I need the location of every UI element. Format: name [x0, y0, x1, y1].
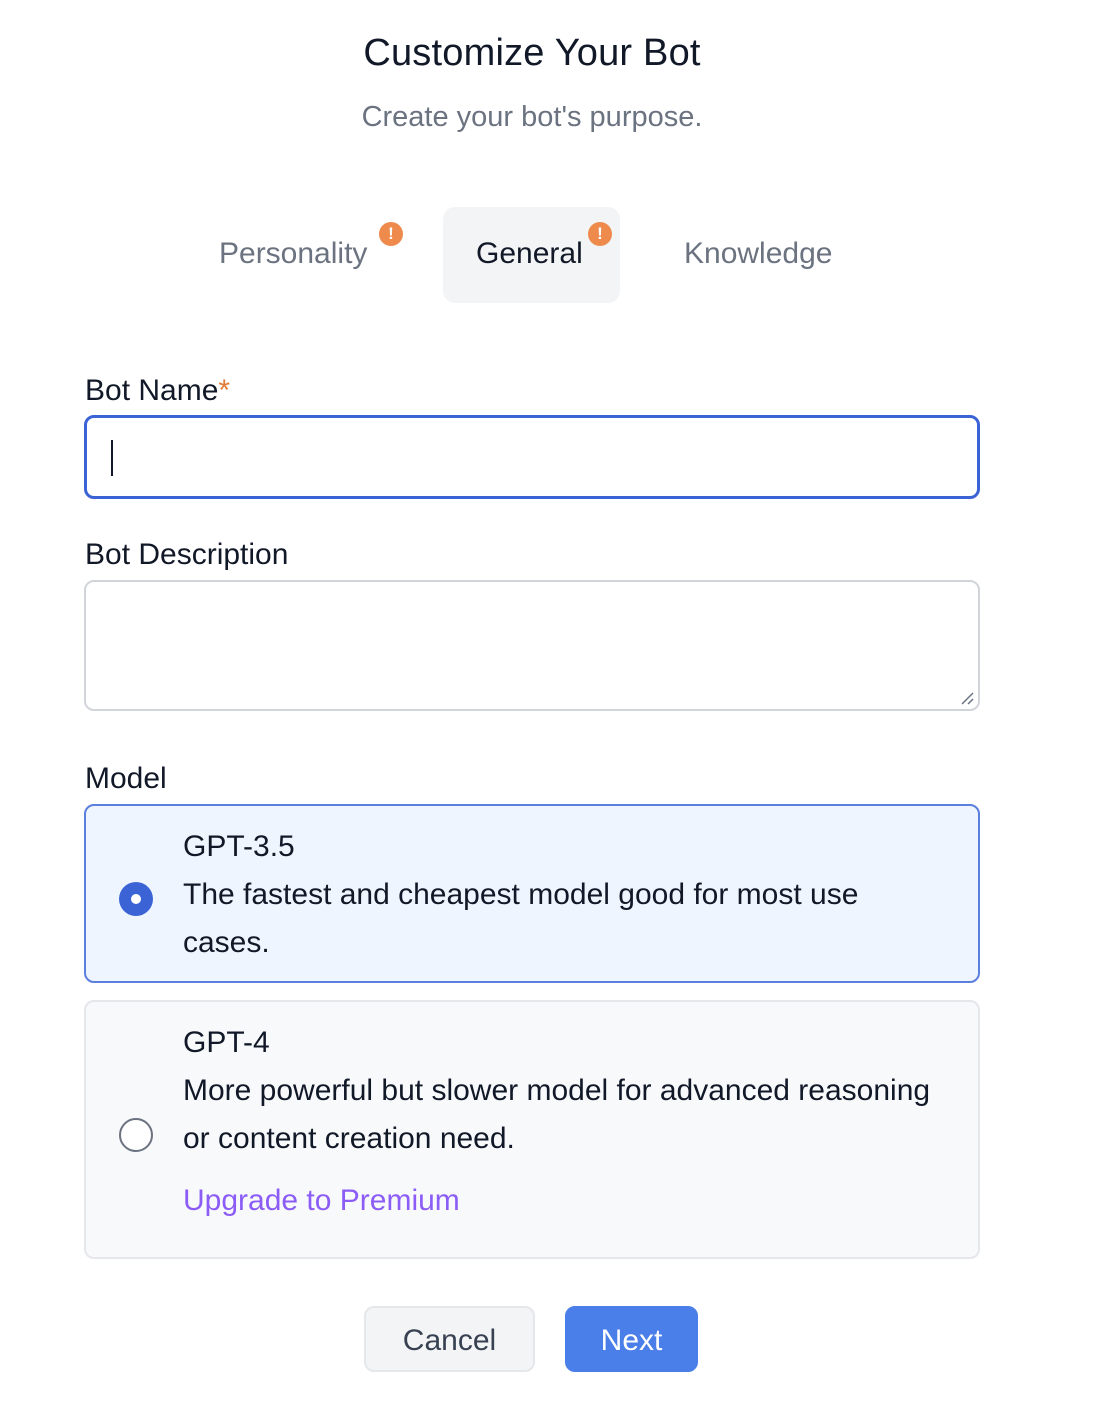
- model-description: More powerful but slower model for advan…: [183, 1074, 931, 1155]
- bot-description-label: Bot Description: [85, 538, 289, 571]
- required-marker: *: [218, 374, 231, 407]
- tab-personality-label: Personality: [219, 237, 368, 270]
- warning-icon: !: [588, 222, 612, 246]
- radio-selected[interactable]: [119, 882, 153, 916]
- model-name: GPT-4: [183, 1026, 270, 1059]
- upgrade-premium-link[interactable]: Upgrade to Premium: [183, 1184, 460, 1218]
- next-button[interactable]: Next: [565, 1306, 698, 1372]
- cancel-button[interactable]: Cancel: [364, 1306, 535, 1372]
- model-description: The fastest and cheapest model good for …: [183, 878, 859, 959]
- bot-name-label: Bot Name*: [85, 374, 230, 408]
- resize-handle-icon[interactable]: [958, 689, 974, 705]
- page-subtitle: Create your bot's purpose.: [361, 101, 703, 133]
- tab-knowledge[interactable]: Knowledge: [668, 207, 868, 303]
- page-title: Customize Your Bot: [363, 32, 701, 74]
- warning-icon: !: [379, 222, 403, 246]
- bot-name-label-text: Bot Name: [85, 374, 219, 407]
- bot-name-input[interactable]: [84, 415, 980, 499]
- tab-knowledge-label: Knowledge: [684, 237, 833, 270]
- model-option-gpt-3-5[interactable]: GPT-3.5 The fastest and cheapest model g…: [84, 804, 980, 983]
- radio-unselected[interactable]: [119, 1118, 153, 1152]
- tab-personality[interactable]: Personality !: [210, 207, 410, 303]
- model-option-gpt-4[interactable]: GPT-4 More powerful but slower model for…: [84, 1000, 980, 1259]
- model-label: Model: [85, 762, 167, 795]
- model-name: GPT-3.5: [183, 830, 295, 863]
- text-caret: [111, 440, 113, 476]
- tab-general[interactable]: General !: [443, 207, 620, 303]
- bot-description-textarea[interactable]: [84, 580, 980, 711]
- tab-general-label: General: [476, 237, 583, 270]
